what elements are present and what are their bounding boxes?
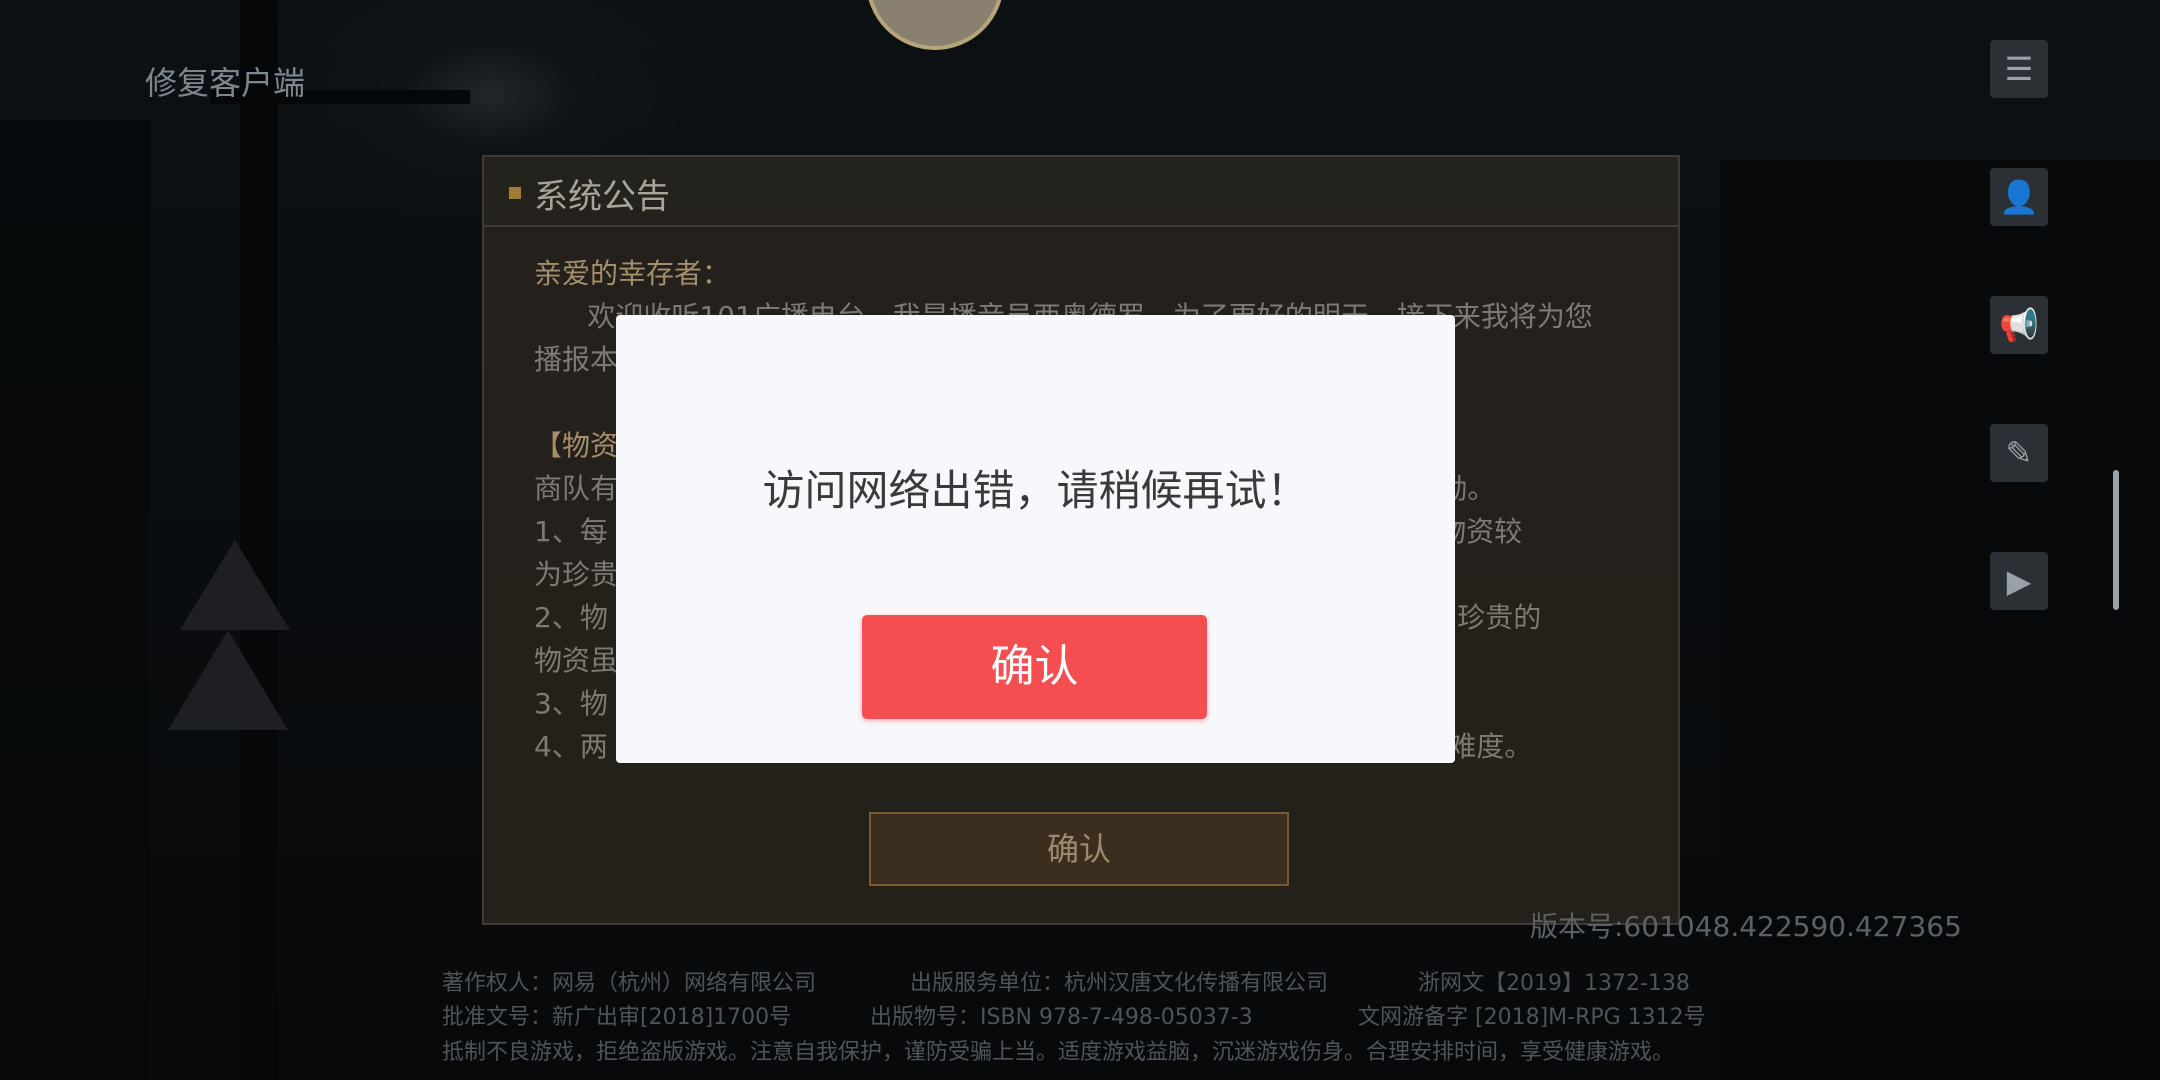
error-dialog: 访问网络出错，请稍候再试！ 确认 — [616, 315, 1455, 763]
footer-copyright: 著作权人：网易（杭州）网络有限公司 — [442, 971, 817, 996]
footer-isbn: 出版物号：ISBN 978-7-498-05037-3 — [870, 1005, 1253, 1030]
clipboard-icon[interactable]: ✎ — [1990, 424, 2048, 482]
notice-header: 系统公告 — [484, 157, 1678, 227]
footer-license: 浙网文【2019】1372-138 — [1418, 971, 1690, 996]
notice-title: 系统公告 — [534, 177, 670, 217]
user-icon[interactable]: 👤 — [1990, 168, 2048, 226]
megaphone-icon[interactable]: 📢 — [1990, 296, 2048, 354]
version-label: 版本号:601048.422590.427365 — [1530, 910, 1962, 943]
notice-confirm-button[interactable]: 确认 — [869, 812, 1289, 886]
notice-line: 亲爱的幸存者： — [534, 257, 731, 290]
scrollbar[interactable] — [2113, 470, 2119, 610]
repair-client-link[interactable]: 修复客户端 — [145, 58, 305, 104]
footer-approval: 批准文号：新广出审[2018]1700号 — [442, 1005, 792, 1030]
error-message: 访问网络出错，请稍候再试！ — [762, 466, 1309, 515]
footer-health-notice: 抵制不良游戏，拒绝盗版游戏。注意自我保护，谨防受骗上当。适度游戏益脑，沉迷游戏伤… — [442, 1040, 1675, 1065]
confirm-button[interactable]: 确认 — [862, 615, 1207, 719]
footer-record: 文网游备字 [2018]M-RPG 1312号 — [1358, 1005, 1706, 1030]
title-marker-icon — [509, 187, 521, 199]
notebook-icon[interactable]: ☰ — [1990, 40, 2048, 98]
footer-publisher: 出版服务单位：杭州汉唐文化传播有限公司 — [910, 971, 1329, 996]
video-icon[interactable]: ▶ — [1990, 552, 2048, 610]
